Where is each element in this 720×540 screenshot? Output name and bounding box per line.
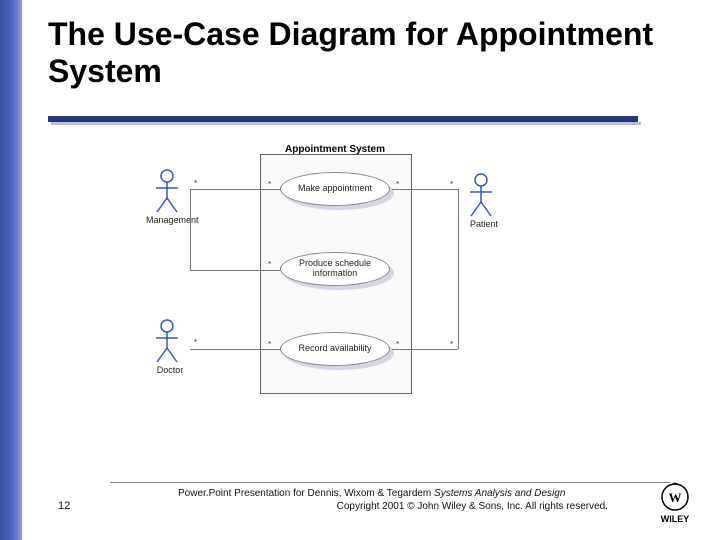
use-case-make-appointment: Make appointment xyxy=(280,172,390,206)
actor-label: Management xyxy=(146,215,194,225)
actor-label: Doctor xyxy=(146,365,194,375)
multiplicity-star: * xyxy=(268,180,271,189)
multiplicity-star: * xyxy=(450,180,453,189)
person-icon xyxy=(146,168,188,214)
slide-title: The Use-Case Diagram for Appointment Sys… xyxy=(48,16,690,90)
wiley-logo-icon: W WILEY xyxy=(648,482,702,524)
use-case-record-availability: Record availability xyxy=(280,332,390,366)
slide: The Use-Case Diagram for Appointment Sys… xyxy=(0,0,720,540)
publisher-logo: W WILEY xyxy=(648,482,702,524)
actor-doctor: Doctor xyxy=(146,318,194,375)
connector xyxy=(190,270,280,271)
person-icon xyxy=(460,172,502,218)
side-accent-bar xyxy=(0,0,22,540)
footer-credit: Power.Point Presentation for Dennis, Wix… xyxy=(178,488,608,513)
multiplicity-star: * xyxy=(268,340,271,349)
actor-label: Patient xyxy=(460,219,508,229)
svg-text:W: W xyxy=(669,490,682,505)
actor-patient: Patient xyxy=(460,172,508,229)
person-icon xyxy=(146,318,188,364)
actor-management: Management xyxy=(146,168,194,225)
use-case-diagram: Appointment System Make appointment Prod… xyxy=(130,148,510,410)
connector xyxy=(190,190,191,270)
title-underline xyxy=(48,116,638,122)
multiplicity-star: * xyxy=(396,180,399,189)
copyright-text: Copyright 2001 © John Wiley & Sons, Inc.… xyxy=(178,501,608,514)
multiplicity-star: * xyxy=(194,338,197,347)
footer-divider xyxy=(110,482,670,483)
connector xyxy=(190,349,280,350)
multiplicity-star: * xyxy=(268,260,271,269)
connector xyxy=(458,189,459,349)
multiplicity-star: * xyxy=(450,340,453,349)
credit-text: Power.Point Presentation for Dennis, Wix… xyxy=(178,488,434,499)
connector xyxy=(190,189,280,190)
multiplicity-star: * xyxy=(194,179,197,188)
brand-text: WILEY xyxy=(661,514,690,524)
book-title: Systems Analysis and Design xyxy=(434,488,565,499)
multiplicity-star: * xyxy=(396,340,399,349)
connector xyxy=(392,189,458,190)
connector xyxy=(392,349,458,350)
slide-number: 12 xyxy=(58,500,70,512)
use-case-produce-schedule: Produce schedule information xyxy=(280,252,390,286)
